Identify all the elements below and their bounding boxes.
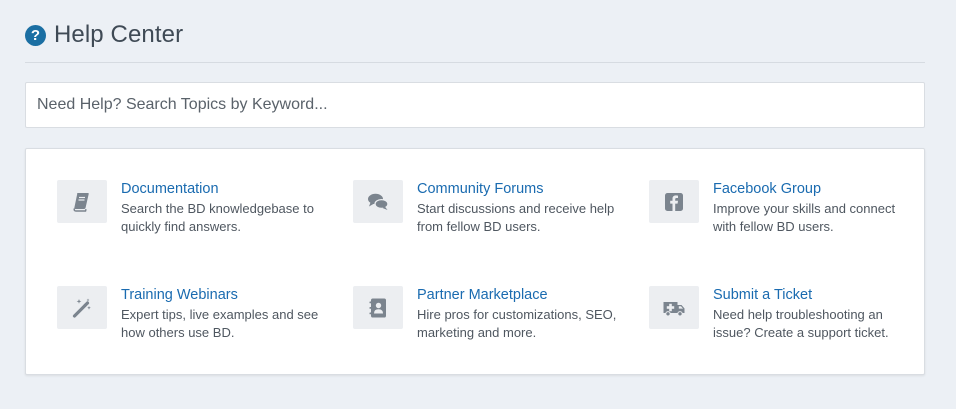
topic-facebook-group[interactable]: Facebook Group Improve your skills and c… [649,180,919,240]
topic-icon-box [57,180,107,223]
topic-icon-box [353,286,403,329]
topic-description: Search the BD knowledgebase to quickly f… [121,201,314,234]
ambulance-icon [663,301,685,316]
magic-wand-icon [72,298,91,318]
topic-title[interactable]: Facebook Group [713,181,821,197]
topic-title[interactable]: Submit a Ticket [713,287,812,303]
header-divider [25,62,925,63]
topic-description: Need help troubleshooting an issue? Crea… [713,307,889,340]
topic-submit-ticket[interactable]: Submit a Ticket Need help troubleshootin… [649,286,919,346]
topic-documentation[interactable]: Documentation Search the BD knowledgebas… [57,180,327,240]
book-icon [73,192,89,212]
topic-title[interactable]: Training Webinars [121,287,238,303]
topic-community-forums[interactable]: Community Forums Start discussions and r… [353,180,623,240]
topic-description: Start discussions and receive help from … [417,201,615,234]
topic-description: Expert tips, live examples and see how o… [121,307,319,340]
topic-description: Improve your skills and connect with fel… [713,201,896,234]
page-title: Help Center [54,21,184,48]
help-center-page: ? Help Center Documentation Search the B… [0,0,956,409]
search-box [25,82,925,128]
topic-training-webinars[interactable]: Training Webinars Expert tips, live exam… [57,286,327,346]
search-input[interactable] [26,83,924,127]
topic-icon-box [649,286,699,329]
comments-icon [368,193,389,210]
topic-title[interactable]: Partner Marketplace [417,287,548,303]
question-circle-icon: ? [25,24,46,46]
topic-partner-marketplace[interactable]: Partner Marketplace Hire pros for custom… [353,286,623,346]
topic-icon-box [649,180,699,223]
topic-title[interactable]: Community Forums [417,181,544,197]
address-book-icon [369,298,386,317]
page-header: ? Help Center [25,18,183,52]
topic-title[interactable]: Documentation [121,181,219,197]
facebook-icon [665,192,683,211]
topic-description: Hire pros for customizations, SEO, marke… [417,307,617,340]
topic-icon-box [57,286,107,329]
topic-icon-box [353,180,403,223]
topics-card: Documentation Search the BD knowledgebas… [25,148,925,375]
